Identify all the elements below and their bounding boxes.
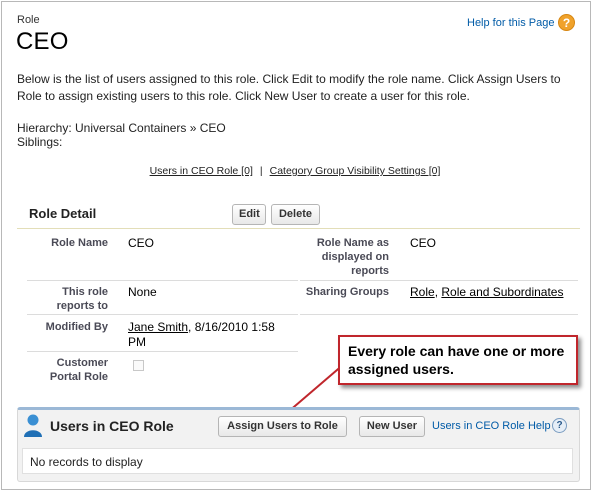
page-description: Below is the list of users assigned to t… [17,72,561,103]
users-in-role-link[interactable]: Users in CEO Role [0] [150,165,253,177]
row-divider [27,280,298,281]
users-list-title: Users in CEO Role [50,418,174,434]
user-icon [24,414,42,437]
related-list-links: Users in CEO Role [0] | Category Group Vis… [0,165,590,177]
row-divider [27,351,298,352]
role-display-name-value: CEO [410,236,437,250]
page-title: CEO [16,28,69,55]
help-icon[interactable]: ? [552,418,567,433]
reports-to-value: None [128,285,157,299]
modified-by-label: Modified By [45,321,108,333]
role-name-label: Role Name [51,237,108,249]
modified-by-user-link[interactable]: Jane Smith [128,320,188,334]
sharing-group-role-subordinates-link[interactable]: Role and Subordinates [441,285,563,299]
delete-button[interactable]: Delete [271,204,320,225]
reports-to-label: This role reports to [56,286,108,312]
role-display-name-label: Role Name as displayed on reports [316,237,389,277]
modified-by-value: Jane Smith, 8/16/2010 1:58 PM [128,320,293,350]
assign-users-button[interactable]: Assign Users to Role [218,416,347,437]
row-divider [27,314,298,315]
category-group-visibility-link[interactable]: Category Group Visibility Settings [0] [270,165,441,177]
no-records-message: No records to display [22,448,573,474]
sharing-group-role-link[interactable]: Role [410,285,435,299]
link-separator: | [259,165,263,177]
sharing-groups-label: Sharing Groups [305,286,389,298]
role-name-value: CEO [128,236,155,250]
detail-top-divider [17,228,580,229]
row-divider [300,314,578,315]
entity-type-label: Role [17,14,40,26]
siblings-label: Siblings: [17,135,63,149]
callout-annotation: Every role can have one or more assigned… [338,335,578,385]
row-divider [300,280,578,281]
help-for-page-link[interactable]: Help for this Page [467,17,554,29]
sharing-groups-value: Role, Role and Subordinates [410,285,563,300]
customer-portal-role-label: Customer Portal Role [49,357,108,383]
edit-button[interactable]: Edit [232,204,266,225]
customer-portal-role-checkbox [133,360,144,371]
help-icon[interactable]: ? [558,14,575,31]
hierarchy-path: Hierarchy: Universal Containers » CEO [17,121,226,135]
sharing-group-separator: , [434,285,439,299]
users-list-help-link[interactable]: Users in CEO Role Help [432,420,551,432]
role-detail-heading: Role Detail [29,206,97,221]
new-user-button[interactable]: New User [359,416,425,437]
